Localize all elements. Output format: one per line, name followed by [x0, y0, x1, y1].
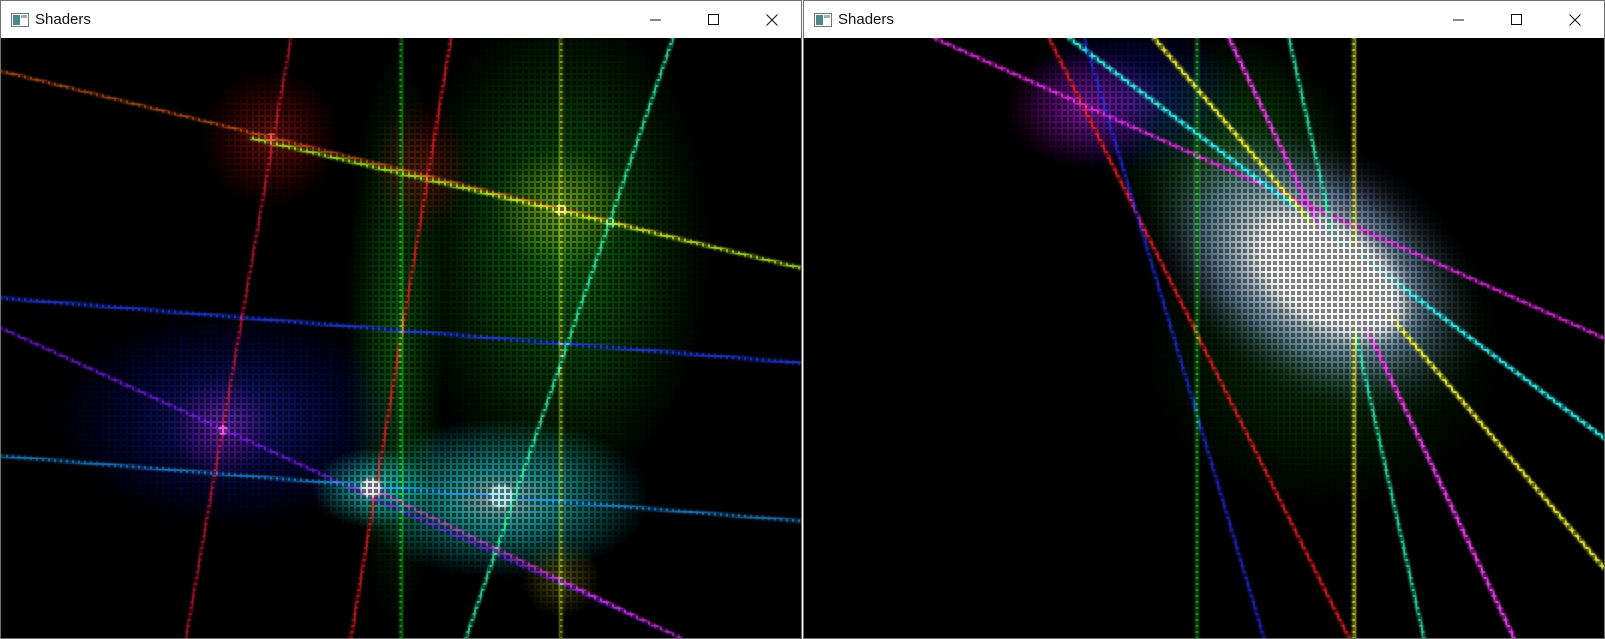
minimize-button[interactable] [1430, 1, 1488, 38]
maximize-button[interactable] [1488, 1, 1546, 38]
window-title: Shaders [838, 11, 894, 28]
minimize-icon [650, 19, 661, 20]
app-icon [11, 12, 29, 27]
minimize-button[interactable] [627, 1, 685, 38]
close-button[interactable] [743, 1, 801, 38]
maximize-icon [708, 13, 719, 25]
app-icon [814, 12, 832, 27]
shader-canvas [804, 38, 1604, 638]
shader-render-left [1, 38, 801, 638]
shader-render-right [804, 38, 1604, 638]
close-icon [1569, 13, 1581, 26]
window-title: Shaders [35, 11, 91, 28]
title-bar[interactable]: Shaders [1, 1, 801, 38]
maximize-icon [1511, 13, 1522, 25]
close-icon [766, 13, 778, 26]
maximize-button[interactable] [685, 1, 743, 38]
minimize-icon [1453, 19, 1464, 20]
shaders-window-right: Shaders [803, 0, 1605, 639]
title-bar[interactable]: Shaders [804, 1, 1604, 38]
close-button[interactable] [1546, 1, 1604, 38]
shaders-window-left: Shaders [0, 0, 802, 639]
shader-canvas [1, 38, 801, 638]
